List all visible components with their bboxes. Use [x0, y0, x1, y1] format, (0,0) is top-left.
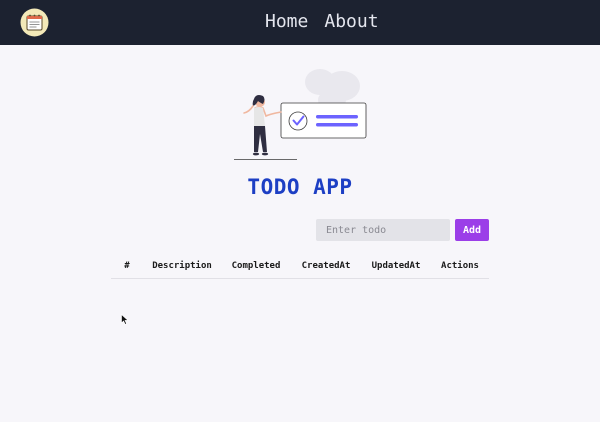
- column-header-createdat: CreatedAt: [291, 255, 361, 279]
- navbar: Home About: [0, 0, 600, 45]
- column-header-description: Description: [143, 255, 221, 279]
- table-header-row: # Description Completed CreatedAt Update…: [111, 255, 489, 279]
- add-todo-button[interactable]: Add: [455, 219, 489, 241]
- mouse-pointer-icon: [121, 314, 129, 325]
- nav-link-home[interactable]: Home: [265, 10, 308, 34]
- column-header-actions: Actions: [431, 255, 489, 279]
- column-header-updatedat: UpdatedAt: [361, 255, 431, 279]
- app-title: TODO APP: [247, 175, 353, 199]
- column-header-completed: Completed: [221, 255, 291, 279]
- notepad-logo-icon[interactable]: [20, 8, 49, 37]
- todo-input[interactable]: [316, 219, 450, 241]
- column-header-index: #: [111, 255, 143, 279]
- woman-checklist-illustration: [234, 69, 367, 160]
- nav-link-about[interactable]: About: [324, 10, 378, 34]
- main-nav: Home About: [265, 10, 379, 34]
- todo-table: # Description Completed CreatedAt Update…: [111, 255, 489, 279]
